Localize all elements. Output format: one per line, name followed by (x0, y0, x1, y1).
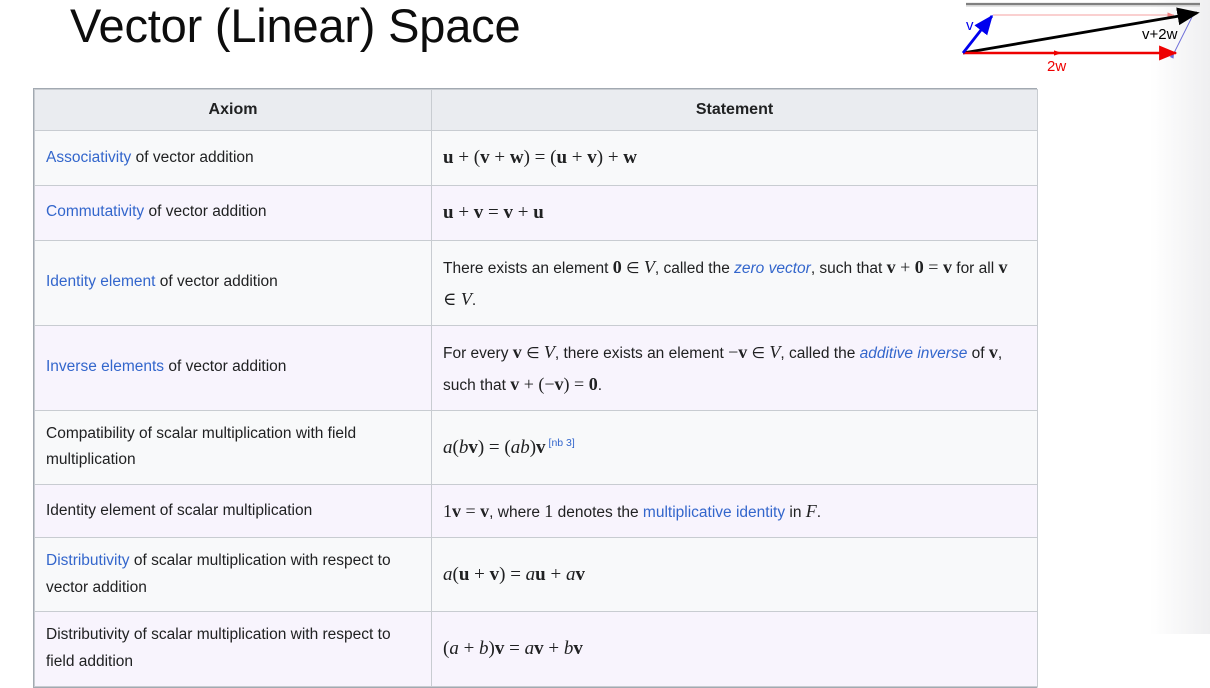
stmt-part: ∈ (621, 259, 644, 277)
table-row: Compatibility of scalar multiplication w… (34, 409, 1038, 486)
table-row: Associativity of vector addition u + (v … (34, 130, 1038, 186)
table-row: Inverse elements of vector addition For … (34, 324, 1038, 411)
statement-cell: u + (v + w) = (u + v) + w (431, 130, 1038, 186)
table-row: Commutativity of vector addition u + v =… (34, 184, 1038, 241)
table-row: Identity element of scalar multiplicatio… (34, 484, 1038, 539)
statement-cell: (a + b)v = av + bv (431, 611, 1038, 687)
axiom-text: of vector addition (144, 203, 267, 221)
right-edge-gradient (1150, 0, 1210, 634)
symbol-F: F (805, 501, 817, 522)
page-title: Vector (Linear) Space (70, 0, 521, 52)
link-inverse-elements[interactable]: Inverse elements (46, 358, 164, 375)
axiom-text: of vector addition (131, 148, 254, 166)
symbol-V: V (769, 341, 781, 362)
symbol-minus-v: −v (728, 341, 748, 362)
statement-cell: There exists an element 0 ∈ V, called th… (431, 239, 1038, 326)
axiom-text: of vector addition (164, 358, 287, 376)
reference-note-nb3[interactable]: [nb 3] (549, 437, 575, 449)
stmt-part: denotes the (553, 504, 643, 522)
formula-inverse: v + (−v) = 0 (510, 373, 598, 394)
axiom-text: of vector addition (155, 273, 278, 291)
stmt-part: There exists an element (443, 259, 613, 277)
link-zero-vector[interactable]: zero vector (734, 260, 811, 277)
stmt-part: , such that (810, 259, 887, 277)
link-multiplicative-identity[interactable]: multiplicative identity (643, 504, 785, 521)
stmt-part: , where (489, 504, 545, 522)
table-header-row: Axiom Statement (34, 89, 1038, 131)
statement-cell: For every v ∈ V, there exists an element… (431, 324, 1038, 411)
formula-distributivity-field: (a + b)v = av + bv (443, 638, 583, 660)
statement-cell: a(bv) = (ab)v [nb 3] (431, 409, 1038, 486)
formula-scalar-identity: 1v = v (443, 501, 490, 522)
statement-cell: u + v = v + u (431, 184, 1038, 241)
axiom-cell: Inverse elements of vector addition (34, 324, 432, 411)
table-row: Identity element of vector addition Ther… (34, 239, 1038, 326)
formula-commutativity: u + v = v + u (443, 201, 544, 223)
symbol-v: v (988, 341, 998, 362)
link-distributivity[interactable]: Distributivity (46, 552, 130, 569)
formula-associativity: u + (v + w) = (u + v) + w (443, 147, 638, 168)
stmt-part: For every (443, 344, 513, 362)
axiom-cell: Associativity of vector addition (34, 130, 432, 186)
v-label: v (966, 17, 974, 34)
statement-cell: 1v = v, where 1 denotes the multiplicati… (431, 484, 1038, 539)
statement-cell: a(u + v) = au + av (431, 537, 1038, 613)
two-w-label: 2w (1047, 58, 1066, 75)
table-row: Distributivity of scalar multiplication … (34, 537, 1038, 613)
symbol-V: V (643, 256, 655, 277)
vector-space-axioms-table: Axiom Statement Associativity of vector … (33, 88, 1038, 688)
axiom-cell: Compatibility of scalar multiplication w… (34, 409, 432, 486)
stmt-part: , called the (654, 259, 735, 277)
column-header-axiom: Axiom (34, 89, 432, 131)
stmt-part: . (597, 376, 602, 394)
symbol-V: V (543, 341, 555, 362)
column-header-statement: Statement (431, 89, 1038, 131)
stmt-part: for all (951, 259, 999, 277)
stmt-part: , there exists an element (554, 344, 729, 362)
stmt-part: ∈ (747, 344, 770, 362)
formula-identity: v + 0 = v (886, 256, 952, 277)
axiom-cell: Identity element of scalar multiplicatio… (34, 484, 432, 539)
stmt-part: , called the (780, 344, 860, 362)
symbol-v: v (512, 341, 522, 362)
axiom-cell: Identity element of vector addition (34, 239, 432, 326)
formula-compatibility: a(bv) = (ab)v (443, 436, 546, 458)
stmt-part: of (967, 344, 989, 362)
stmt-part: in (785, 504, 806, 522)
link-commutativity[interactable]: Commutativity (46, 203, 144, 220)
symbol-zero: 0 (612, 256, 622, 277)
table-row: Distributivity of scalar multiplication … (34, 611, 1038, 687)
axiom-cell: Distributivity of scalar multiplication … (34, 611, 432, 687)
stmt-part: ∈ (521, 344, 544, 362)
axiom-cell: Distributivity of scalar multiplication … (34, 537, 432, 613)
link-identity-element[interactable]: Identity element (46, 273, 155, 290)
stmt-part: . (816, 504, 822, 522)
stmt-part: . (471, 291, 477, 309)
symbol-one: 1 (544, 501, 554, 522)
link-associativity[interactable]: Associativity (46, 149, 131, 166)
axiom-cell: Commutativity of vector addition (34, 184, 432, 241)
sum-label: v+2w (1142, 26, 1178, 43)
formula-distributivity-vector: a(u + v) = au + av (443, 563, 585, 585)
vector-addition-diagram: v 2w v+2w (952, 0, 1210, 76)
link-additive-inverse[interactable]: additive inverse (860, 345, 968, 362)
